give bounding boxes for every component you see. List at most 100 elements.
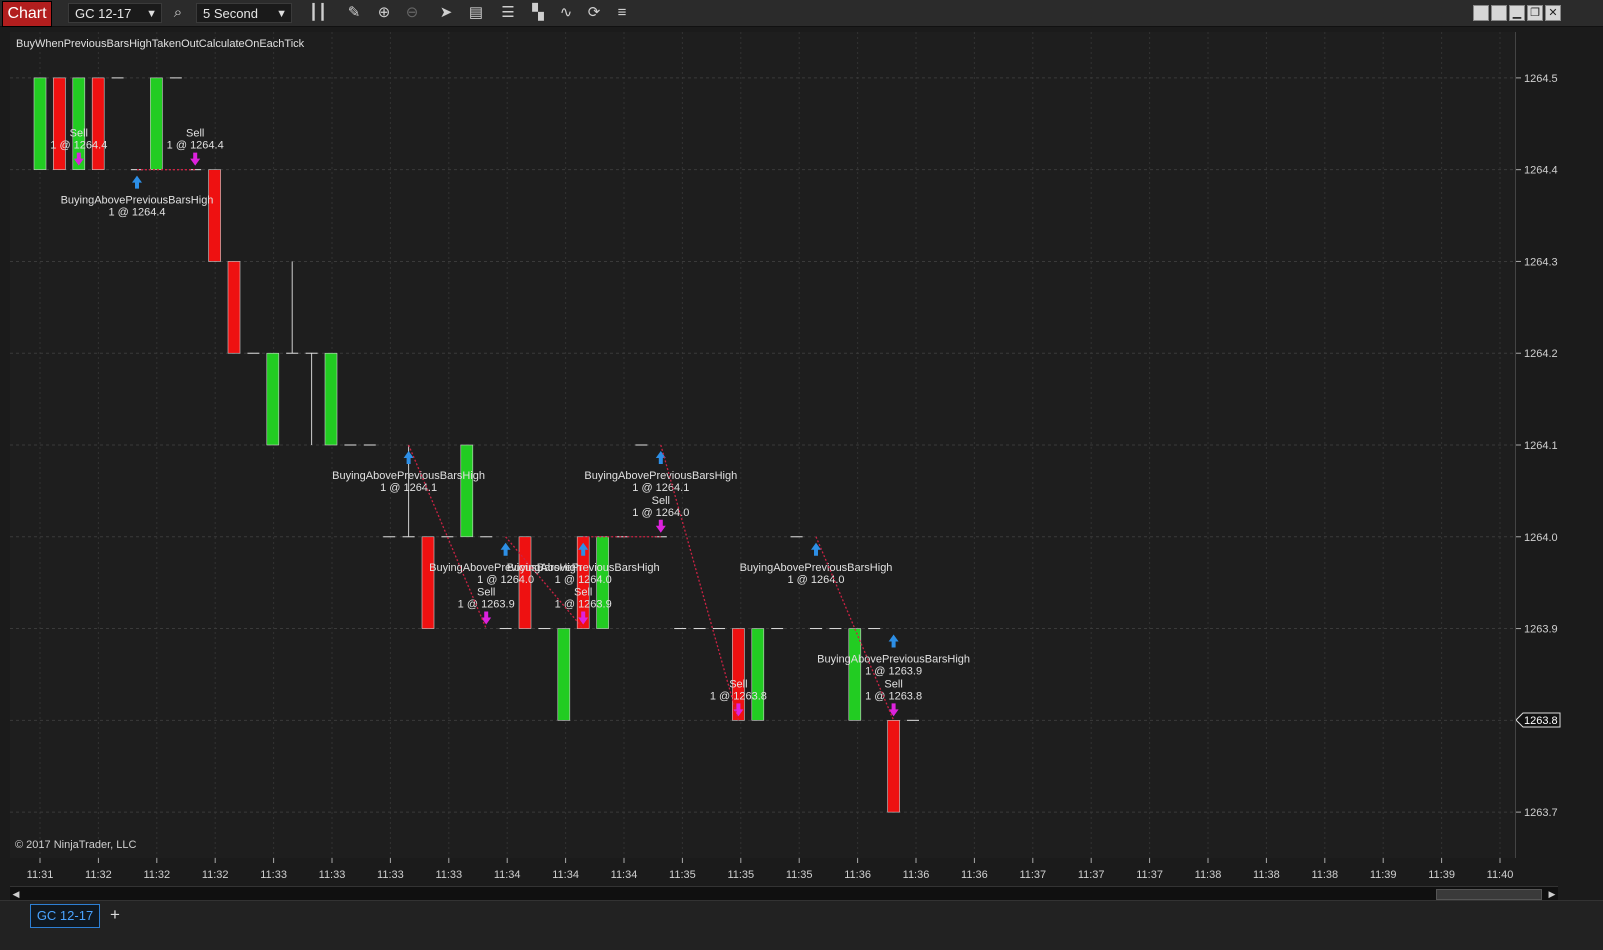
scroll-right-icon[interactable]: ▶ [1546,887,1558,901]
x-tick-label: 11:39 [1370,869,1397,881]
strategy-name-label: BuyWhenPreviousBarsHighTakenOutCalculate… [16,38,305,50]
y-tick-label: 1264.2 [1524,348,1558,360]
x-tick-label: 11:32 [143,869,170,881]
execution-label: BuyingAbovePreviousBarsHigh [740,562,893,574]
x-tick-label: 11:39 [1428,869,1455,881]
zoom-in-icon[interactable]: ⊕ [374,3,394,23]
buy-arrow-icon [500,542,511,556]
sell-arrow-icon [655,519,666,533]
y-tick-label: 1263.9 [1524,624,1558,636]
x-tick-label: 11:32 [85,869,112,881]
add-tab-icon[interactable]: + [106,904,124,926]
up-candle [324,352,338,446]
instrument-selector[interactable]: GC 12-17 ▼ [68,3,162,23]
chevron-down-icon: ▼ [146,8,157,20]
execution-label: Sell [477,587,495,599]
execution-label: BuyingAbovePreviousBarsHigh [332,470,485,482]
up-candle [150,77,163,170]
up-candle [266,352,280,446]
execution-price: 1 @ 1264.0 [477,574,534,586]
down-candle [53,77,66,170]
up-candle [557,628,571,721]
y-tick-label: 1264.0 [1524,532,1558,544]
instrument-value: GC 12-17 [75,6,132,21]
y-tick-label: 1264.5 [1524,73,1558,85]
horizontal-scrollbar[interactable]: ◀ ▶ [10,886,1558,901]
tab-bar: GC 12-17 + [0,900,1603,950]
down-candle [227,261,241,354]
execution-label: Sell [186,128,204,140]
execution-label: Sell [574,587,592,599]
refresh-icon[interactable]: ⟳ [584,3,604,23]
bar-width-icon[interactable]: ☰ [498,3,518,23]
pointer-icon[interactable]: ➤ [436,3,456,23]
x-tick-label: 11:36 [961,869,988,881]
vertical-grid [39,32,1501,858]
execution-price: 1 @ 1263.9 [458,599,515,611]
x-tick-label: 11:32 [202,869,229,881]
x-tick-label: 11:38 [1311,869,1338,881]
zoom-out-icon[interactable]: ⊖ [402,3,422,23]
x-tick-label: 11:35 [727,869,754,881]
execution-price: 1 @ 1263.8 [865,690,922,702]
buy-arrow-icon [132,175,142,189]
x-tick-label: 11:34 [552,869,579,881]
sell-arrow-icon [190,152,201,166]
minimize-button[interactable]: ▁ [1509,5,1525,21]
chart-menu-button[interactable]: Chart [2,1,52,27]
up-candle [848,628,862,721]
execution-label: BuyingAbovePreviousBarsHigh [507,562,660,574]
scroll-thumb[interactable] [1436,889,1542,900]
price-panel[interactable]: Sell 1 @ 1264.4 BuyingAbovePreviousBarsHig… [10,32,1515,858]
down-candle [421,536,435,629]
x-tick-label: 11:33 [377,869,404,881]
execution-price: 1 @ 1264.4 [108,207,165,219]
scroll-left-icon[interactable]: ◀ [10,887,22,901]
search-icon[interactable]: ⌕ [168,3,188,23]
x-tick-label: 11:36 [903,869,930,881]
sell-arrow-icon [888,703,899,717]
x-tick-label: 11:36 [844,869,871,881]
execution-price: 1 @ 1263.8 [710,690,767,702]
execution-price: 1 @ 1264.4 [50,140,107,152]
current-price-label: 1263.8 [1524,715,1558,727]
x-tick-label: 11:35 [669,869,696,881]
execution-price: 1 @ 1264.4 [167,140,224,152]
price-axis-labels: 1264.5 1264.4 1264.3 1264.2 1264.1 1264.0 1263… [1515,73,1561,819]
bar-type-icon[interactable]: ┃┃ [308,3,328,23]
interval-selector[interactable]: 5 Second ▼ [196,3,292,23]
x-tick-label: 11:37 [1019,869,1046,881]
copyright-text: © 2017 NinjaTrader, LLC [15,839,136,851]
price-chart: Sell1 @ 1264.4BuyingAbovePreviousBarsHig… [10,32,1515,858]
price-axis[interactable]: 1264.5 1264.4 1264.3 1264.2 1264.1 1264.0 1263… [1515,32,1601,858]
x-tick-label: 11:33 [260,869,287,881]
properties-icon[interactable]: ≡ [612,3,632,23]
x-tick-label: 11:40 [1487,869,1514,881]
execution-price: 1 @ 1264.1 [380,482,437,494]
tile-vertical-button[interactable] [1491,5,1507,21]
up-candle [460,444,474,538]
step-icon[interactable]: ▚ [528,3,548,23]
close-button[interactable]: ✕ [1545,5,1561,21]
x-tick-label: 11:33 [435,869,462,881]
down-candle [208,169,221,262]
tile-horizontal-button[interactable] [1473,5,1489,21]
time-axis[interactable]: 11:31 11:32 11:32 11:32 11:33 11:33 11:33 11:33… [10,858,1515,886]
execution-price: 1 @ 1263.9 [865,666,922,678]
pencil-icon[interactable]: ✎ [344,3,364,23]
y-tick-label: 1264.1 [1524,440,1558,452]
x-tick-label: 11:38 [1253,869,1280,881]
execution-label: Sell [652,495,670,507]
execution-price: 1 @ 1264.0 [555,574,612,586]
chart-toolbar: Chart GC 12-17 ▼ ⌕ 5 Second ▼ ┃┃ ✎ ⊕ ⊖ ➤… [0,0,1603,27]
data-box-icon[interactable]: ▤ [466,3,486,23]
y-tick-label: 1263.7 [1524,807,1558,819]
strategy-icon[interactable]: ∿ [556,3,576,23]
restore-button[interactable]: ❐ [1527,5,1543,21]
chevron-down-icon: ▼ [276,8,287,20]
trade-markers: Sell1 @ 1264.4BuyingAbovePreviousBarsHig… [50,128,970,721]
execution-label: BuyingAbovePreviousBarsHigh [61,195,214,207]
tab-gc-12-17[interactable]: GC 12-17 [30,904,100,928]
x-tick-label: 11:33 [319,869,346,881]
y-tick-label: 1264.4 [1524,165,1558,177]
